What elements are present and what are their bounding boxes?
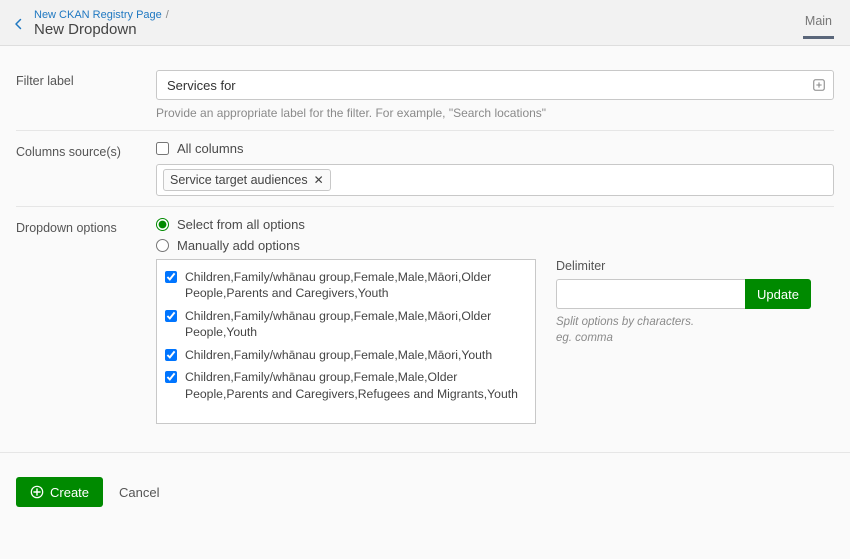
- update-button[interactable]: Update: [745, 279, 811, 309]
- filter-label-help: Provide an appropriate label for the fil…: [156, 106, 834, 120]
- all-columns-label: All columns: [177, 141, 243, 156]
- footer: Create Cancel: [0, 453, 850, 517]
- row-filter-label: Filter label Provide an appropriate labe…: [16, 60, 834, 131]
- delimiter-input[interactable]: [556, 279, 745, 309]
- delimiter-label: Delimiter: [556, 259, 706, 273]
- option-text: Children,Family/whānau group,Female,Male…: [185, 347, 527, 363]
- tab-main[interactable]: Main: [803, 8, 834, 39]
- row-dropdown-options: Dropdown options Select from all options…: [16, 207, 834, 434]
- columns-tag-input[interactable]: Service target audiences ✕: [156, 164, 834, 196]
- option-checkbox[interactable]: [165, 371, 177, 383]
- radio-manual-label: Manually add options: [177, 238, 300, 253]
- option-text: Children,Family/whānau group,Female,Male…: [185, 369, 527, 402]
- columns-tag-text: Service target audiences: [170, 173, 308, 187]
- delimiter-column: Delimiter Update Split options by charac…: [556, 259, 706, 424]
- list-item: Children,Family/whānau group,Female,Male…: [165, 366, 527, 405]
- radio-select-all-label: Select from all options: [177, 217, 305, 232]
- page-header: New CKAN Registry Page / New Dropdown Ma…: [0, 0, 850, 46]
- filter-label-caption: Filter label: [16, 70, 156, 88]
- close-icon[interactable]: ✕: [314, 173, 324, 187]
- cancel-link[interactable]: Cancel: [119, 485, 159, 500]
- create-button[interactable]: Create: [16, 477, 103, 507]
- breadcrumb-link[interactable]: New CKAN Registry Page: [34, 9, 162, 21]
- breadcrumb-sep: /: [166, 9, 169, 21]
- options-scroll[interactable]: Children,Family/whānau group,Female,Male…: [157, 260, 535, 423]
- plus-circle-icon: [30, 485, 44, 499]
- filter-label-input[interactable]: [156, 70, 834, 100]
- option-text: Children,Family/whānau group,Female,Male…: [185, 269, 527, 302]
- form-content: Filter label Provide an appropriate labe…: [0, 46, 850, 434]
- options-list: Children,Family/whānau group,Female,Male…: [156, 259, 536, 424]
- header-left: New CKAN Registry Page / New Dropdown: [10, 9, 169, 38]
- create-button-label: Create: [50, 485, 89, 500]
- list-item: Children,Family/whānau group,Female,Male…: [165, 305, 527, 344]
- columns-tag: Service target audiences ✕: [163, 169, 331, 191]
- option-checkbox[interactable]: [165, 349, 177, 361]
- all-columns-checkbox[interactable]: [156, 142, 169, 155]
- breadcrumb: New CKAN Registry Page / New Dropdown: [34, 9, 169, 38]
- option-checkbox[interactable]: [165, 271, 177, 283]
- delimiter-help: Split options by characters. eg. comma: [556, 315, 706, 346]
- row-columns-source: Columns source(s) All columns Service ta…: [16, 131, 834, 207]
- list-item: Children,Family/whānau group,Female,Male…: [165, 266, 527, 305]
- header-right: Main: [803, 8, 834, 39]
- dropdown-options-caption: Dropdown options: [16, 217, 156, 235]
- page-title: New Dropdown: [34, 21, 169, 38]
- option-checkbox[interactable]: [165, 310, 177, 322]
- list-item: Children,Family/whānau group,Female,Male…: [165, 344, 527, 366]
- back-icon[interactable]: [10, 15, 28, 33]
- radio-manual[interactable]: [156, 239, 169, 252]
- input-preview-icon[interactable]: [812, 78, 826, 92]
- options-area: Children,Family/whānau group,Female,Male…: [156, 259, 834, 424]
- columns-source-caption: Columns source(s): [16, 141, 156, 159]
- option-text: Children,Family/whānau group,Female,Male…: [185, 308, 527, 341]
- radio-select-all[interactable]: [156, 218, 169, 231]
